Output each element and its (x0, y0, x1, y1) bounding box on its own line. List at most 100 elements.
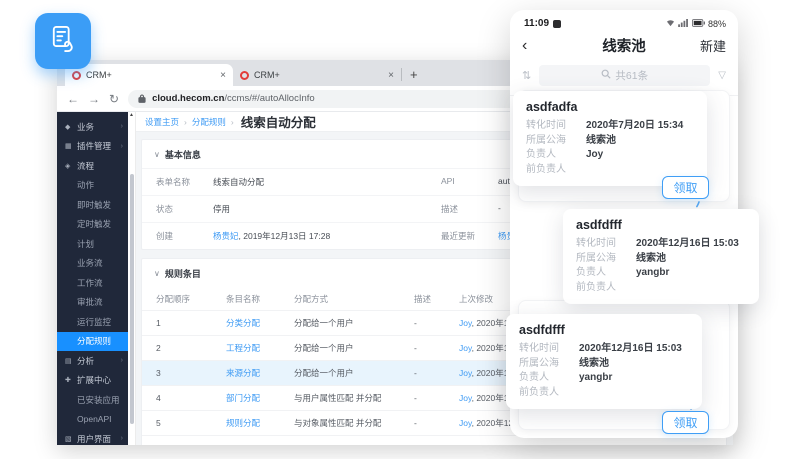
created-by-link[interactable]: 杨贵妃 (213, 231, 239, 241)
scrollbar-thumb[interactable] (130, 174, 134, 424)
rule-link[interactable]: 分类分配 (226, 317, 294, 329)
cell-desc: - (414, 343, 459, 353)
sidebar-item-label: 即时触发 (77, 199, 111, 211)
lead-title: asdfdfff (519, 323, 689, 337)
sidebar-item-label: 业务 (77, 121, 94, 133)
rule-link[interactable]: 工程分配 (226, 342, 294, 354)
ui-icon: ▧ (65, 435, 73, 443)
breadcrumb-allocation-rules[interactable]: 分配规则 (192, 116, 226, 128)
sidebar-item-approval-flow[interactable]: 审批流 (57, 293, 128, 313)
modified-by-link[interactable]: Joy (459, 418, 472, 428)
sidebar-item-analysis[interactable]: ▤分析› (57, 351, 128, 371)
app-launcher-icon[interactable] (35, 13, 91, 69)
field-label: 转化时间 (519, 342, 579, 357)
lead-card[interactable]: asdfadfa 转化时间2020年7月20日 15:34 所属公海线索池 负责… (513, 91, 707, 186)
sidebar-item-extension-center[interactable]: ✚扩展中心 (57, 371, 128, 391)
cell-desc: - (414, 368, 459, 378)
document-touch-icon (46, 22, 80, 61)
sidebar-item-allocation-rules[interactable]: 分配规则 (57, 332, 128, 352)
sidebar-item-user-interface[interactable]: ▧用户界面› (57, 429, 128, 449)
breadcrumb-separator: › (231, 117, 234, 127)
modified-by-link[interactable]: Joy (459, 393, 472, 403)
plugin-icon: ▦ (65, 142, 73, 150)
tab-crm-background[interactable]: CRM+ × (233, 64, 401, 86)
filter-icon[interactable]: ▽ (718, 70, 726, 81)
sidebar-item-timed-trigger[interactable]: 定时触发 (57, 215, 128, 235)
browser-forward-icon[interactable]: → (88, 92, 100, 106)
sidebar-item-plan[interactable]: 计划 (57, 234, 128, 254)
chevron-right-icon: › (121, 435, 123, 442)
sidebar-item-action[interactable]: 动作 (57, 176, 128, 196)
search-input[interactable]: 共61条 (539, 65, 710, 86)
cell-order: 2 (156, 343, 226, 353)
sidebar-item-plugins[interactable]: ▦插件管理› (57, 137, 128, 157)
cell-method: 与用户属性匹配 并分配 (294, 392, 414, 404)
sort-icon[interactable]: ⇅ (522, 69, 531, 82)
field-value: 2020年12月16日 15:03 (636, 237, 739, 252)
modified-by-link[interactable]: Joy (459, 318, 472, 328)
wifi-icon (666, 19, 675, 29)
cell-order: 5 (156, 418, 226, 428)
phone-nav-bar: ‹ 线索池 新建 (510, 31, 738, 63)
sidebar-item-process[interactable]: ◈流程 (57, 156, 128, 176)
col-order: 分配顺序 (156, 293, 226, 305)
browser-back-icon[interactable]: ← (67, 92, 79, 106)
flow-icon: ◈ (65, 162, 73, 170)
sidebar-item-business[interactable]: ◆业务› (57, 117, 128, 137)
sidebar-item-label: 已安装应用 (77, 394, 120, 406)
new-tab-button[interactable]: + (410, 67, 418, 82)
back-chevron-icon[interactable]: ‹ (522, 37, 562, 55)
tab-crm-active[interactable]: CRM+ × (65, 64, 233, 86)
status-value: 停用 (213, 203, 441, 215)
cell-desc: - (414, 318, 459, 328)
tab-title: CRM+ (86, 70, 215, 80)
field-label: API (441, 176, 498, 188)
field-label: 负责人 (576, 266, 636, 281)
cell-order: 3 (156, 368, 226, 378)
sidebar-item-instant-trigger[interactable]: 即时触发 (57, 195, 128, 215)
collapse-icon[interactable]: ∨ (154, 269, 160, 278)
sidebar-item-label: 动作 (77, 179, 94, 191)
field-label: 前负责人 (526, 163, 586, 178)
section-title-rule-entries: 规则条目 (165, 267, 201, 280)
chevron-right-icon: › (121, 123, 123, 130)
tab-title: CRM+ (254, 70, 383, 80)
rule-link[interactable]: 部门分配 (226, 392, 294, 404)
rule-link[interactable]: 来源分配 (226, 367, 294, 379)
sidebar-item-label: 扩展中心 (77, 374, 111, 386)
cell-order: 1 (156, 318, 226, 328)
field-label: 最近更新 (441, 230, 498, 242)
browser-reload-icon[interactable]: ↻ (109, 92, 119, 106)
cell-method: 分配给一个用户 (294, 342, 414, 354)
tab-close-icon[interactable]: × (388, 70, 394, 81)
claim-button[interactable]: 领取 (662, 176, 709, 199)
tab-divider (401, 68, 402, 81)
new-button[interactable]: 新建 (686, 36, 726, 55)
field-value: 2020年7月20日 15:34 (586, 119, 683, 134)
field-label: 前负责人 (576, 281, 636, 296)
sidebar-item-label: 业务流 (77, 257, 103, 269)
chevron-right-icon: › (121, 357, 123, 364)
breadcrumb-settings-home[interactable]: 设置主页 (145, 116, 179, 128)
status-app-icon (553, 20, 561, 28)
sidebar-item-installed-apps[interactable]: 已安装应用 (57, 390, 128, 410)
collapse-icon[interactable]: ∨ (154, 150, 160, 159)
sidebar-item-business-flow[interactable]: 业务流 (57, 254, 128, 274)
rule-link[interactable]: 规则分配 (226, 417, 294, 429)
lead-card[interactable]: asdfdfff 转化时间2020年12月16日 15:03 所属公海线索池 负… (506, 314, 702, 409)
sidebar-item-openapi[interactable]: OpenAPI (57, 410, 128, 430)
field-label: 创建 (156, 230, 213, 242)
modified-by-link[interactable]: Joy (459, 343, 472, 353)
col-name: 条目名称 (226, 293, 294, 305)
sidebar-item-run-monitor[interactable]: 运行监控 (57, 312, 128, 332)
lead-card[interactable]: asdfdfff 转化时间2020年12月16日 15:03 所属公海线索池 负… (563, 209, 759, 304)
cell-method: 分配给一个用户 (294, 317, 414, 329)
sidebar-item-workflow[interactable]: 工作流 (57, 273, 128, 293)
sidebar-item-label: 定时触发 (77, 218, 111, 230)
col-desc: 描述 (414, 293, 459, 305)
claim-button[interactable]: 领取 (662, 411, 709, 434)
tab-close-icon[interactable]: × (220, 70, 226, 81)
field-label: 描述 (441, 203, 498, 215)
scroll-up-icon[interactable]: ▲ (128, 112, 135, 118)
modified-by-link[interactable]: Joy (459, 368, 472, 378)
